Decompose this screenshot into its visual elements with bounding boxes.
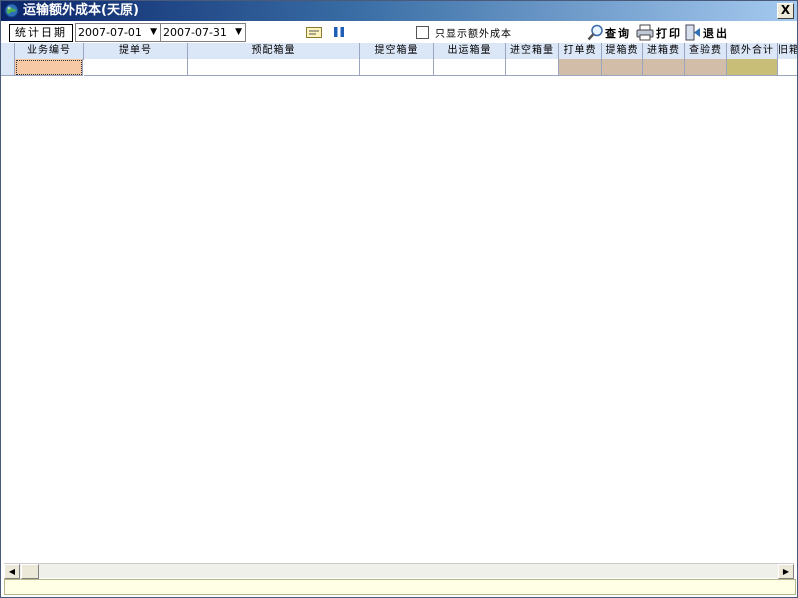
column-header[interactable]: 进箱费: [643, 43, 685, 59]
table-row: [1, 59, 797, 76]
message-icon[interactable]: [306, 27, 322, 38]
end-date-value: 2007-07-31: [163, 26, 227, 39]
printer-icon: [636, 24, 654, 41]
table-cell[interactable]: [506, 59, 559, 76]
column-header[interactable]: 进空箱量: [506, 43, 559, 59]
scroll-right-button[interactable]: ▶: [778, 564, 794, 579]
table-cell[interactable]: [685, 59, 727, 76]
start-date-value: 2007-07-01: [78, 26, 142, 39]
arrow-left-icon: ◀: [8, 567, 16, 576]
column-header[interactable]: 旧箱: [778, 43, 797, 59]
table-cell[interactable]: [84, 59, 188, 76]
app-window: 运输额外成本(天原) X 统计日期 2007-07-01 ▼ 2007-07-3…: [0, 0, 798, 598]
app-globe-icon: [4, 3, 19, 18]
exit-button-label: 退出: [703, 27, 729, 40]
column-header[interactable]: 额外合计: [727, 43, 778, 59]
table-cell[interactable]: [188, 59, 360, 76]
only-extra-cost-label: 只显示额外成本: [435, 29, 512, 40]
column-header[interactable]: 查验费: [685, 43, 727, 59]
row-indicator[interactable]: [1, 59, 15, 76]
exit-button[interactable]: 退出: [685, 22, 733, 42]
start-date-picker[interactable]: 2007-07-01 ▼: [75, 23, 161, 42]
print-button-label: 打印: [656, 27, 682, 40]
close-icon: X: [780, 3, 791, 17]
table-cell[interactable]: [360, 59, 434, 76]
chevron-down-icon: ▼: [235, 27, 242, 37]
table-cell[interactable]: [643, 59, 685, 76]
arrow-right-icon: ▶: [782, 567, 790, 576]
column-header[interactable]: 提箱费: [602, 43, 643, 59]
row-indicator-header: [1, 43, 15, 59]
column-header[interactable]: 提单号: [84, 43, 188, 59]
query-button-label: 查询: [605, 27, 631, 40]
close-button[interactable]: X: [777, 3, 794, 19]
table-cell[interactable]: [434, 59, 506, 76]
toolbar: 统计日期 2007-07-01 ▼ 2007-07-31 ▼ 只显示额外成本 查…: [1, 21, 797, 43]
table-cell[interactable]: [602, 59, 643, 76]
column-header[interactable]: 预配箱量: [188, 43, 360, 59]
column-header[interactable]: 业务编号: [15, 43, 84, 59]
print-button[interactable]: 打印: [636, 22, 682, 42]
column-header[interactable]: 提空箱量: [360, 43, 434, 59]
scroll-left-button[interactable]: ◀: [4, 564, 20, 579]
title-bar: 运输额外成本(天原) X: [1, 1, 797, 21]
column-header[interactable]: 打单费: [559, 43, 602, 59]
end-date-picker[interactable]: 2007-07-31 ▼: [160, 23, 246, 42]
grid-header: 业务编号 提单号 预配箱量 提空箱量 出运箱量 进空箱量 打单费 提箱费 进箱费…: [1, 43, 797, 60]
window-title: 运输额外成本(天原): [23, 3, 139, 18]
chevron-down-icon: ▼: [150, 27, 157, 37]
date-range-label: 统计日期: [9, 24, 73, 42]
pause-icon[interactable]: [333, 26, 345, 38]
status-bar: [4, 579, 796, 595]
table-cell[interactable]: [778, 59, 797, 76]
exit-door-icon: [685, 24, 700, 41]
table-cell[interactable]: [727, 59, 778, 76]
only-extra-cost-checkbox[interactable]: [416, 26, 429, 39]
table-cell[interactable]: [15, 59, 83, 76]
column-header[interactable]: 出运箱量: [434, 43, 506, 59]
table-cell[interactable]: [559, 59, 602, 76]
scroll-thumb[interactable]: [21, 564, 39, 579]
horizontal-scrollbar[interactable]: ◀ ▶: [4, 563, 794, 579]
query-button[interactable]: 查询: [587, 22, 633, 42]
magnifier-icon: [587, 24, 603, 41]
